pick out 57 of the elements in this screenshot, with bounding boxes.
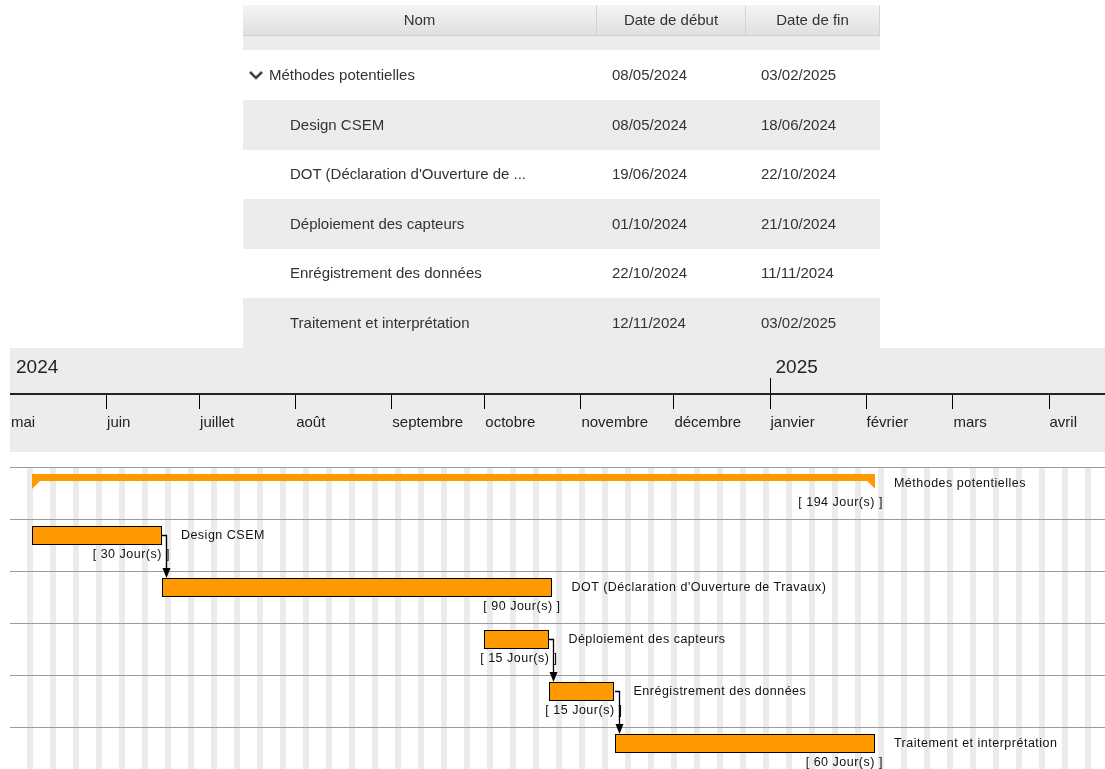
month-label: janvier [770, 412, 815, 432]
task-name: DOT (Déclaration d'Ouverture de ... [290, 164, 526, 185]
start-date: 01/10/2024 [612, 214, 688, 232]
end-date: 03/02/2025 [761, 313, 837, 331]
start-date: 12/11/2024 [612, 313, 686, 331]
table-row[interactable]: Traitement et interprétation 12/11/2024 03/02/2025 [243, 298, 880, 348]
task-label: Traitement et interprétation [893, 736, 1058, 750]
task-bar[interactable] [484, 630, 550, 649]
task-bar[interactable] [31, 526, 162, 545]
dependency-arrow [613, 690, 623, 734]
column-header[interactable]: Nom [243, 5, 597, 36]
dependency-arrow [161, 534, 171, 578]
task-label: DOT (Déclaration d'Ouverture de Travaux) [571, 580, 827, 594]
month-label: mai [11, 412, 36, 432]
task-name: Traitement et interprétation [290, 312, 470, 333]
month-label: février [866, 412, 909, 432]
table-row[interactable]: Déploiement des capteurs 01/10/2024 21/10/2024 [243, 199, 880, 249]
task-bar[interactable] [614, 734, 875, 753]
chevron-down-icon[interactable] [249, 70, 263, 81]
task-name: Design CSEM [290, 114, 385, 135]
duration-label: [ 60 Jour(s) ] [805, 755, 883, 769]
month-label: mars [953, 412, 987, 432]
end-date: 11/11/2024 [761, 264, 834, 282]
end-date: 21/10/2024 [761, 214, 837, 232]
end-date: 03/02/2025 [761, 66, 837, 83]
task-name: Déploiement des capteurs [290, 213, 465, 234]
month-label: septembre [392, 412, 464, 432]
start-date: 08/05/2024 [612, 115, 688, 133]
month-label: octobre [485, 412, 536, 432]
task-name: Méthodes potentielles [269, 65, 415, 85]
month-label: novembre [581, 412, 649, 432]
duration-label: [ 15 Jour(s) ] [480, 651, 558, 665]
month-label: décembre [674, 412, 742, 432]
duration-label: [ 194 Jour(s) ] [798, 495, 883, 509]
task-label: Méthodes potentielles [893, 476, 1026, 490]
month-label: août [296, 412, 326, 432]
column-header[interactable]: Date de fin [746, 5, 880, 36]
month-label: juillet [200, 412, 235, 432]
month-label: avril [1049, 412, 1077, 432]
duration-label: [ 90 Jour(s) ] [483, 599, 561, 613]
task-label: Design CSEM [180, 528, 265, 542]
start-date: 22/10/2024 [612, 264, 688, 282]
year-label: 2025 [775, 355, 818, 379]
month-label: juin [107, 412, 131, 432]
end-date: 18/06/2024 [761, 115, 837, 133]
dependency-arrow [548, 638, 558, 682]
task-label: Déploiement des capteurs [568, 632, 726, 646]
column-header[interactable]: Date de début [597, 5, 746, 36]
task-name: Enrégistrement des données [290, 263, 482, 284]
task-bar[interactable] [161, 578, 553, 597]
task-label: Enrégistrement des données [633, 684, 807, 698]
table-row[interactable]: Design CSEM 08/05/2024 18/06/2024 [243, 100, 880, 150]
year-label: 2024 [16, 355, 59, 379]
start-date: 08/05/2024 [612, 66, 688, 83]
task-bar[interactable] [549, 682, 615, 701]
end-date: 22/10/2024 [761, 165, 837, 183]
start-date: 19/06/2024 [612, 165, 688, 183]
